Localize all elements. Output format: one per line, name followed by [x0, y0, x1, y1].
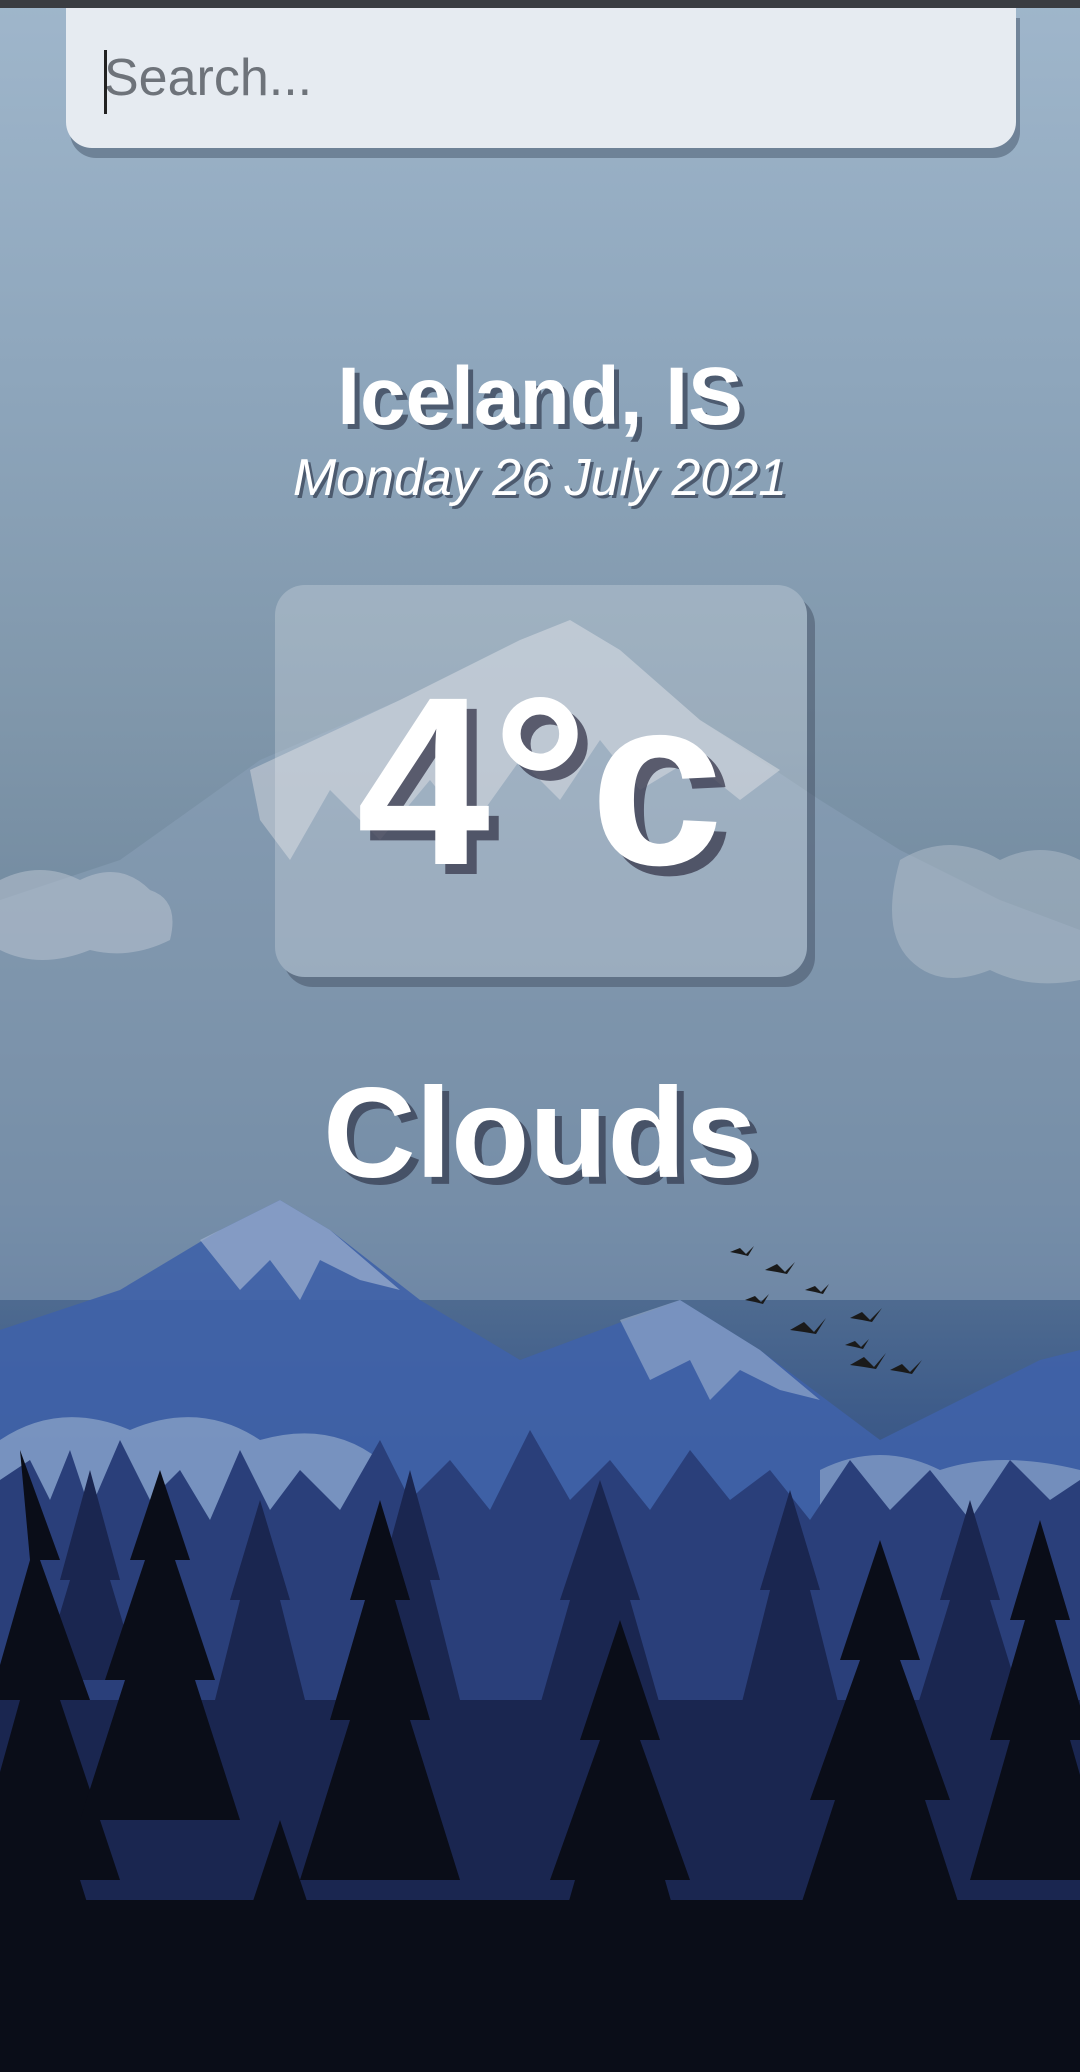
temperature-value: 4°c: [356, 647, 726, 915]
mountain-forest-background: [0, 620, 1080, 2072]
temperature-card: 4°c: [275, 585, 807, 977]
location-name: Iceland, IS: [337, 351, 743, 442]
text-cursor: [104, 50, 107, 114]
search-box: [66, 8, 1016, 148]
search-input[interactable]: [66, 8, 1016, 148]
current-date: Monday 26 July 2021: [292, 449, 788, 507]
cloud-band-right: [892, 845, 1080, 984]
status-bar-strip: [0, 0, 1080, 8]
weather-condition: Clouds: [323, 1062, 757, 1205]
weather-app-screen: Iceland, IS Monday 26 July 2021 4°c Clou…: [0, 0, 1080, 2072]
